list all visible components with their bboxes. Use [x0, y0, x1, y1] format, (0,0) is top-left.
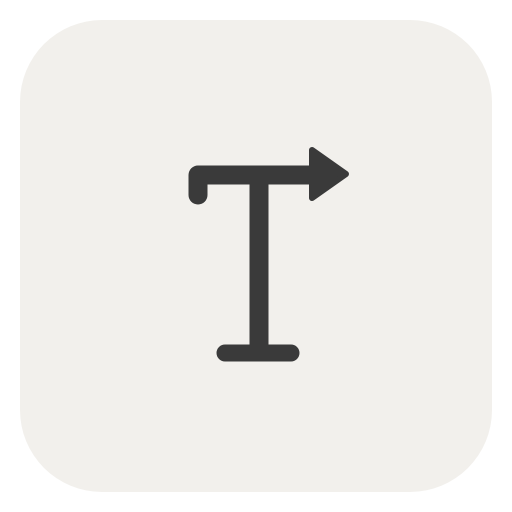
text-direction-icon: [188, 147, 349, 362]
app-icon-canvas: [0, 0, 512, 512]
